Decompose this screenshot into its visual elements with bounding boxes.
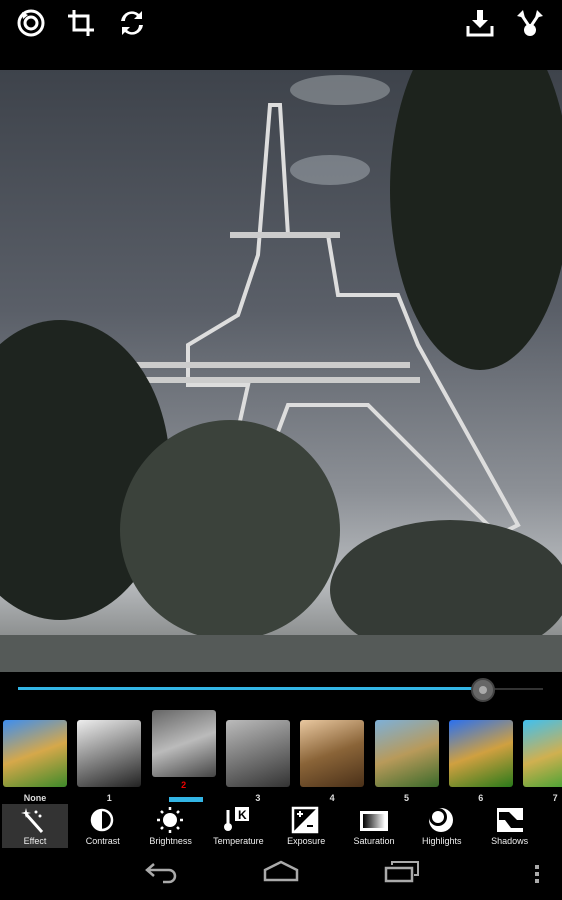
- tool-saturation[interactable]: Saturation: [341, 804, 407, 848]
- tool-label: Highlights: [422, 836, 462, 846]
- slider-fill: [18, 687, 484, 690]
- save-icon[interactable]: [465, 8, 495, 38]
- sun-icon: [156, 807, 183, 833]
- flip-icon[interactable]: [117, 8, 147, 38]
- tool-effect[interactable]: Effect: [2, 804, 68, 848]
- tool-label: Brightness: [149, 836, 192, 846]
- filter-thumbnail[interactable]: 7: [523, 720, 562, 803]
- filter-label: 5: [403, 793, 409, 803]
- filter-thumbnail[interactable]: 4: [300, 720, 365, 803]
- filter-preview: [374, 720, 439, 787]
- filter-preview: [225, 720, 290, 787]
- rotate-icon[interactable]: [16, 8, 46, 38]
- tool-contrast[interactable]: Contrast: [70, 804, 136, 848]
- filter-thumbnail[interactable]: 6: [448, 720, 513, 803]
- slider-thumb[interactable]: [471, 678, 496, 702]
- tool-label: Effect: [23, 836, 47, 846]
- photo-canvas[interactable]: [0, 70, 562, 672]
- filter-label: 2: [181, 780, 187, 790]
- filter-preview: [448, 720, 513, 787]
- recents-icon[interactable]: [384, 860, 420, 884]
- tool-brightness[interactable]: Brightness: [138, 804, 204, 848]
- top-toolbar: [0, 0, 562, 70]
- system-nav-bar: [0, 848, 562, 900]
- back-icon[interactable]: [144, 860, 180, 884]
- tool-highlights[interactable]: Highlights: [409, 804, 475, 848]
- thermometer-icon: K: [224, 807, 250, 831]
- adjustment-toolbar: Effect Contrast Brightness K Temperature Expo…: [0, 804, 562, 848]
- filter-label: 7: [552, 793, 558, 803]
- filter-label: 6: [478, 793, 484, 803]
- filter-thumbnail[interactable]: 3: [225, 720, 290, 803]
- svg-text:K: K: [238, 808, 247, 822]
- filter-thumbnail[interactable]: None: [3, 720, 67, 803]
- saturation-icon: [360, 811, 388, 831]
- overflow-menu-icon[interactable]: [532, 864, 542, 884]
- filter-preview: [300, 720, 365, 787]
- filter-thumbnail[interactable]: 5: [374, 720, 439, 803]
- filter-preview: [523, 720, 562, 787]
- magic-wand-icon: [21, 808, 44, 833]
- crop-icon[interactable]: [66, 8, 96, 38]
- exposure-icon: [291, 806, 319, 834]
- filter-label: 4: [329, 793, 335, 803]
- filter-strip[interactable]: None 1 2 3 4 5 6 7: [0, 710, 562, 803]
- filter-preview: [3, 720, 67, 787]
- tool-temperature[interactable]: K Temperature: [205, 804, 271, 848]
- adjustment-slider[interactable]: [0, 676, 562, 702]
- shadows-icon: [496, 808, 523, 832]
- contrast-icon: [90, 808, 114, 832]
- tool-label: Temperature: [213, 836, 264, 846]
- home-icon[interactable]: [263, 860, 299, 884]
- filter-label: 1: [106, 793, 112, 803]
- tool-label: Contrast: [85, 836, 120, 846]
- filter-thumbnail[interactable]: 2: [151, 710, 216, 790]
- selected-filter-indicator: [169, 797, 203, 802]
- tool-label: Shadows: [491, 836, 529, 846]
- filter-label: None: [23, 793, 47, 803]
- filter-thumbnail[interactable]: 1: [77, 720, 142, 803]
- tool-label: Exposure: [287, 836, 326, 846]
- filter-preview: [77, 720, 142, 787]
- filter-label: 3: [255, 793, 261, 803]
- tool-label: Saturation: [353, 836, 395, 846]
- tool-shadows[interactable]: Shadows: [477, 804, 543, 848]
- photo-image: [0, 70, 562, 672]
- highlights-icon: [428, 808, 453, 832]
- share-icon[interactable]: [515, 8, 545, 38]
- filter-preview: [151, 710, 216, 777]
- tool-exposure[interactable]: Exposure: [273, 804, 339, 848]
